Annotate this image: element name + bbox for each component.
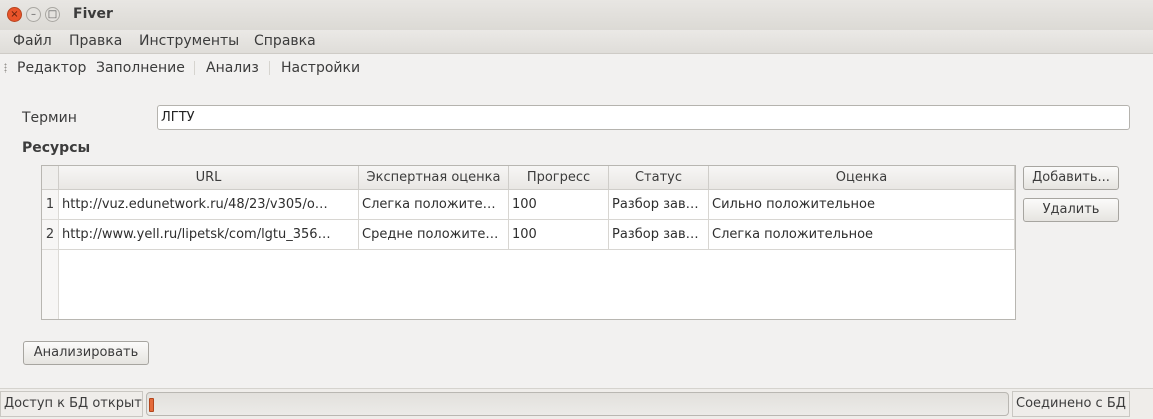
table-cell-rating[interactable]: Сильно положительное — [709, 190, 1015, 220]
table-cell-status[interactable]: Разбор зав… — [609, 190, 709, 220]
term-label: Термин — [22, 110, 77, 126]
menu-file[interactable]: Файл — [13, 33, 52, 49]
add-resource-button[interactable]: Добавить... — [1023, 166, 1119, 190]
toolbar-settings[interactable]: Настройки — [281, 60, 360, 76]
status-bar: Доступ к БД открыт Соединено с БД — [0, 388, 1153, 419]
progress-bar — [146, 392, 1009, 416]
toolbar: Редактор Заполнение Анализ Настройки — [0, 54, 1153, 82]
toolbar-fill[interactable]: Заполнение — [96, 60, 185, 76]
resources-table: URL Экспертная оценка Прогресс Статус Оц… — [41, 165, 1016, 320]
analyze-button[interactable]: Анализировать — [23, 341, 149, 365]
column-header-expert[interactable]: Экспертная оценка — [359, 166, 509, 190]
table-cell-expert[interactable]: Средне положите… — [359, 220, 509, 250]
toolbar-separator — [269, 61, 270, 75]
row-number[interactable]: 1 — [42, 190, 59, 220]
close-window-button[interactable]: × — [7, 7, 22, 22]
menu-help[interactable]: Справка — [254, 33, 316, 49]
column-header-rating[interactable]: Оценка — [709, 166, 1015, 190]
table-cell-status[interactable]: Разбор зав… — [609, 220, 709, 250]
row-number[interactable]: 2 — [42, 220, 59, 250]
toolbar-editor[interactable]: Редактор — [17, 60, 86, 76]
minimize-window-button[interactable]: – — [26, 7, 41, 22]
toolbar-separator — [194, 61, 195, 75]
db-connection-status: Соединено с БД — [1012, 391, 1130, 417]
table-corner — [42, 166, 59, 190]
table-cell-progress[interactable]: 100 — [509, 220, 609, 250]
column-header-url[interactable]: URL — [59, 166, 359, 190]
table-cell-rating[interactable]: Слегка положительное — [709, 220, 1015, 250]
column-header-progress[interactable]: Прогресс — [509, 166, 609, 190]
db-access-status: Доступ к БД открыт — [0, 391, 143, 417]
column-header-status[interactable]: Статус — [609, 166, 709, 190]
toolbar-grip-icon[interactable] — [4, 63, 7, 73]
table-cell-expert[interactable]: Слегка положите… — [359, 190, 509, 220]
title-bar: × – □ Fiver — [0, 0, 1153, 31]
toolbar-analysis[interactable]: Анализ — [206, 60, 259, 76]
maximize-window-button[interactable]: □ — [45, 7, 60, 22]
menu-tools[interactable]: Инструменты — [139, 33, 239, 49]
menu-bar: Файл Правка Инструменты Справка — [0, 30, 1153, 54]
remove-resource-button[interactable]: Удалить — [1023, 198, 1119, 222]
table-cell-url[interactable]: http://vuz.edunetwork.ru/48/23/v305/o… — [59, 190, 359, 220]
resources-label: Ресурсы — [22, 140, 91, 156]
window-title: Fiver — [73, 6, 113, 22]
progress-fill — [149, 398, 154, 412]
menu-edit[interactable]: Правка — [69, 33, 122, 49]
table-cell-url[interactable]: http://www.yell.ru/lipetsk/com/lgtu_356… — [59, 220, 359, 250]
term-input[interactable] — [157, 105, 1130, 130]
table-cell-progress[interactable]: 100 — [509, 190, 609, 220]
